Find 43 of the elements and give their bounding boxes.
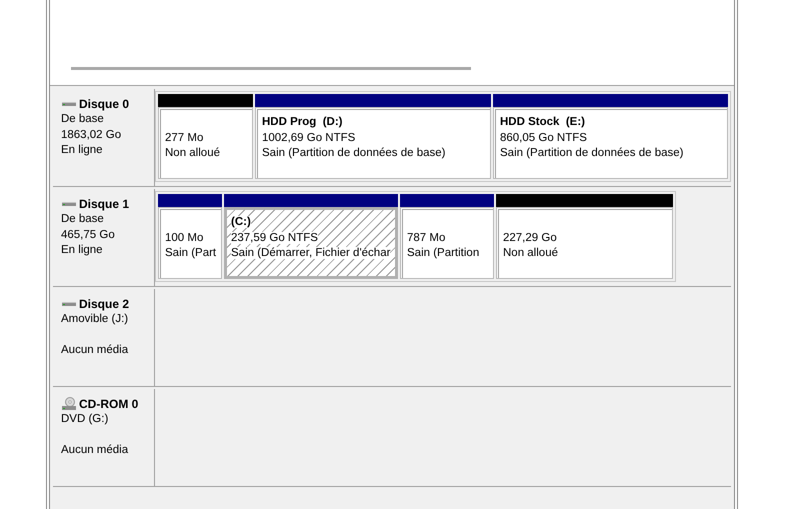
partition-name: (C:) (231, 216, 251, 228)
disk-status: Aucun média (61, 444, 128, 456)
scrollbar[interactable] (71, 67, 471, 70)
partition-block[interactable]: HDD Prog (D:) 1002,69 Go NTFS Sain (Partition de données de base) (255, 107, 491, 179)
disk-drive-icon (61, 299, 77, 309)
disk-capacity: 465,75 Go (61, 228, 115, 240)
disk-status: En ligne (61, 244, 103, 256)
partition-block[interactable]: 787 Mo Sain (Partition (400, 207, 494, 279)
disk-drive-icon (61, 199, 77, 209)
partition-status: Non alloué (503, 247, 558, 259)
disk-status: Aucun média (61, 344, 128, 356)
partition-size: 860,05 Go NTFS (500, 132, 587, 144)
partition-block[interactable]: 100 Mo Sain (Part (158, 207, 222, 279)
partition-size: 100 Mo (165, 232, 204, 244)
partition-size: 1002,69 Go NTFS (262, 132, 356, 144)
partition-size: 787 Mo (407, 232, 446, 244)
disk-capacity: 1863,02 Go (61, 128, 122, 140)
partition-status: Sain (Démarrer, Fichier d'échar (231, 247, 390, 259)
partition-status: Sain (Part (165, 247, 216, 259)
partition-size: 227,29 Go (503, 232, 557, 244)
disk-type: De base (61, 213, 104, 225)
disk-type: Amovible (J:) (61, 313, 128, 325)
disk-name: CD-ROM 0 (79, 397, 138, 411)
disk-status: En ligne (61, 144, 103, 156)
partition-status: Sain (Partition (407, 247, 480, 259)
partition-status: Sain (Partition de données de base) (262, 147, 446, 159)
disk-type: De base (61, 113, 104, 125)
partition-block[interactable]: 277 Mo Non alloué (158, 107, 253, 179)
partition-status: Sain (Partition de données de base) (500, 147, 684, 159)
partition-name: HDD Stock (E:) (500, 116, 585, 128)
partition-block[interactable]: HDD Stock (E:) 860,05 Go NTFS Sain (Partition de données de base) (493, 107, 728, 179)
cd-drive-icon (61, 397, 77, 411)
partition-name: HDD Prog (D:) (262, 116, 342, 128)
partition-size: 277 Mo (165, 132, 204, 144)
disk-name: Disque 0 (79, 97, 130, 111)
partition-block[interactable]: (C:) 237,59 Go NTFS Sain (Démarrer, Fichier d'échar (224, 207, 398, 279)
partition-status: Non alloué (165, 147, 220, 159)
disk-name: Disque 2 (79, 297, 130, 311)
partition-block[interactable]: 227,29 Go Non alloué (496, 207, 673, 279)
disk-type: DVD (G:) (61, 413, 108, 425)
disk-name: Disque 1 (79, 197, 130, 211)
partition-size: 237,59 Go NTFS (231, 232, 318, 244)
disk-drive-icon (61, 99, 77, 109)
